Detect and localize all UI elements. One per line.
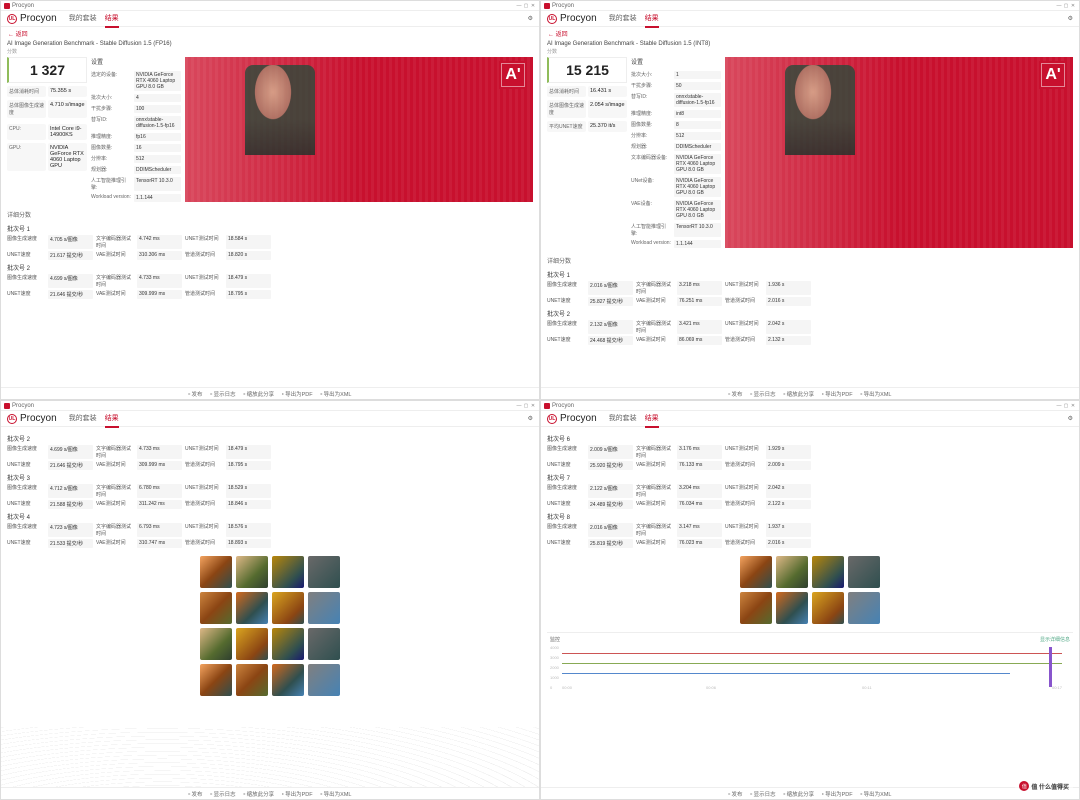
gear-icon[interactable]: ⚙	[1068, 15, 1073, 22]
thumbnail[interactable]	[200, 592, 232, 624]
thumbnail[interactable]	[848, 592, 880, 624]
benchmark-title: AI Image Generation Benchmark - Stable D…	[7, 40, 533, 48]
maximize-button[interactable]: ▢	[523, 3, 529, 9]
thumbnail[interactable]	[236, 664, 268, 696]
thumbnail[interactable]	[740, 556, 772, 588]
tab-results[interactable]: 结果	[645, 10, 659, 28]
tab-suite[interactable]: 我的套装	[69, 10, 97, 28]
tab-results[interactable]: 结果	[105, 10, 119, 28]
ul-logo: UL	[7, 14, 17, 24]
footer: 发布 显示日志 缩放此分享 导出为PDF 导出为XML	[1, 387, 539, 399]
titlebar-name: Procyon	[12, 3, 516, 9]
thumbnail[interactable]	[200, 664, 232, 696]
pane-int8-top: Procyon—▢✕ ULProcyon我的套装结果⚙ ← 返回 AI Imag…	[540, 0, 1080, 400]
thumbnail[interactable]	[776, 592, 808, 624]
watermark: 值值 什么值得买	[1015, 779, 1073, 793]
thumbnail[interactable]	[272, 556, 304, 588]
brandbar: UL Procyon 我的套装 结果 ⚙	[1, 11, 539, 27]
close-button[interactable]: ✕	[530, 3, 536, 9]
detail-title: 详细分数	[7, 208, 533, 221]
thumbnail[interactable]	[308, 556, 340, 588]
thumbnail[interactable]	[740, 592, 772, 624]
thumbnail[interactable]	[236, 628, 268, 660]
thumbnail[interactable]	[308, 664, 340, 696]
thumbnail[interactable]	[200, 628, 232, 660]
batch-2: 批次号 2 图像生成速度4.699 s/图像文字编码器测试时间4.733 msU…	[7, 263, 533, 299]
thumbnail[interactable]	[776, 556, 808, 588]
brand-text: Procyon	[20, 13, 57, 24]
gear-icon[interactable]: ⚙	[528, 15, 533, 22]
score-value: 1 327	[11, 62, 84, 78]
thumbnail[interactable]	[308, 628, 340, 660]
thumbnail[interactable]	[236, 556, 268, 588]
score-value: 15 215	[551, 62, 624, 78]
back-link[interactable]: ← 返回	[541, 27, 1079, 40]
monitor-chart: 40003000200010000 00:0000:0600:1100:17	[550, 645, 1070, 690]
settings-panel: 设置 选定的设备:NVIDIA GeForce RTX 4060 Laptop …	[91, 57, 181, 202]
back-link[interactable]: ← 返回	[1, 27, 539, 40]
close-button[interactable]: ✕	[1070, 3, 1076, 9]
maximize-button[interactable]: ▢	[1063, 3, 1069, 9]
thumbnail[interactable]	[236, 592, 268, 624]
thumbnail[interactable]	[812, 592, 844, 624]
thumbnail[interactable]	[272, 664, 304, 696]
batch-1: 批次号 1 图像生成速度4.705 s/图像文字编码器测试时间4.742 msU…	[7, 224, 533, 260]
thumbnail[interactable]	[308, 592, 340, 624]
monitor-detail-link[interactable]: 显示详细信息	[1040, 636, 1070, 643]
minimize-button[interactable]: —	[1056, 3, 1062, 9]
footer-xml[interactable]: 导出为XML	[321, 390, 352, 398]
app-icon	[4, 3, 10, 9]
footer-share[interactable]: 缩放此分享	[244, 390, 275, 398]
minimize-button[interactable]: —	[516, 3, 522, 9]
footer-publish[interactable]: 发布	[189, 390, 203, 398]
thumbnail[interactable]	[812, 556, 844, 588]
ai-logo-icon: A'	[499, 61, 527, 89]
hero-image: A'	[185, 57, 533, 202]
pane-int8-bottom: Procyon—▢✕ ULProcyon我的套装结果⚙ 批次号 6 图像生成速度…	[540, 400, 1080, 800]
thumbnail[interactable]	[848, 556, 880, 588]
thumbnail-grid	[7, 556, 533, 696]
thumbnail[interactable]	[200, 556, 232, 588]
footer-log[interactable]: 显示日志	[211, 390, 236, 398]
pane-fp16-bottom: Procyon—▢✕ ULProcyon我的套装结果⚙ 批次号 2 图像生成速度…	[0, 400, 540, 800]
tab-suite[interactable]: 我的套装	[609, 10, 637, 28]
score-box: 1 327	[7, 57, 87, 83]
thumbnail[interactable]	[272, 628, 304, 660]
pane-fp16-top: Procyon — ▢ ✕ UL Procyon 我的套装 结果 ⚙ ← 返回 …	[0, 0, 540, 400]
score-label: 分数	[7, 48, 533, 55]
monitor-panel: 监控显示详细信息 40003000200010000 00:0000:0600:…	[547, 632, 1073, 693]
footer-pdf[interactable]: 导出为PDF	[282, 390, 313, 398]
thumbnail[interactable]	[272, 592, 304, 624]
